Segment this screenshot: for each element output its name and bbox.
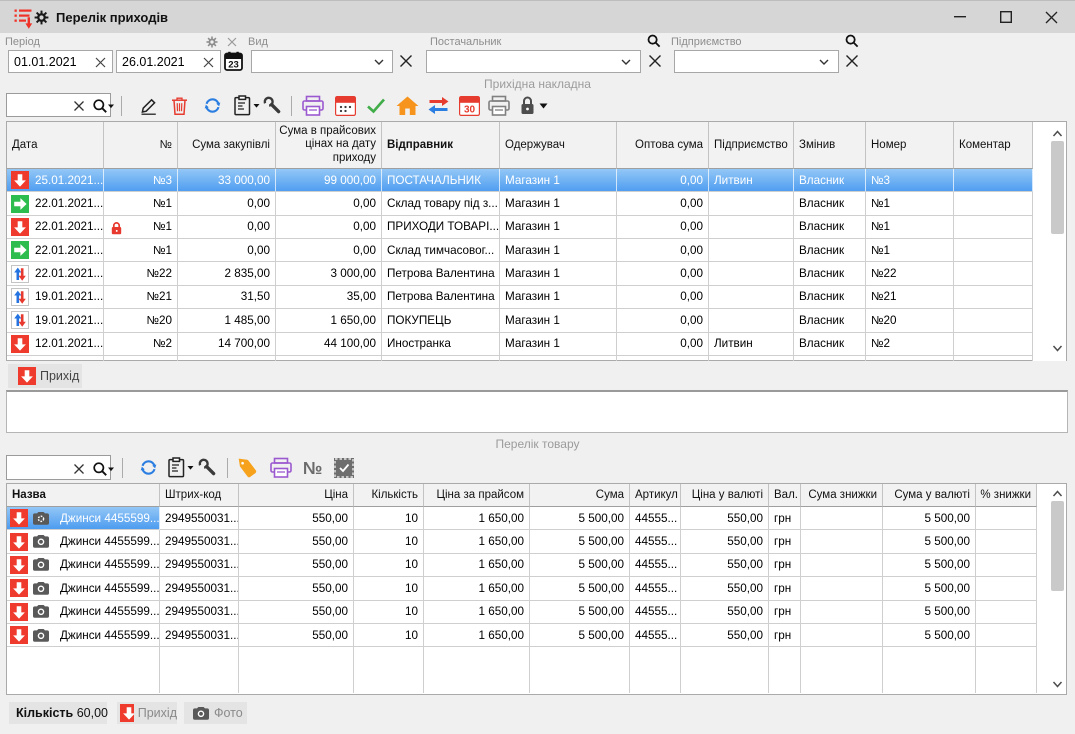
svg-text:23: 23 bbox=[228, 60, 239, 71]
svg-text:30: 30 bbox=[464, 105, 476, 116]
